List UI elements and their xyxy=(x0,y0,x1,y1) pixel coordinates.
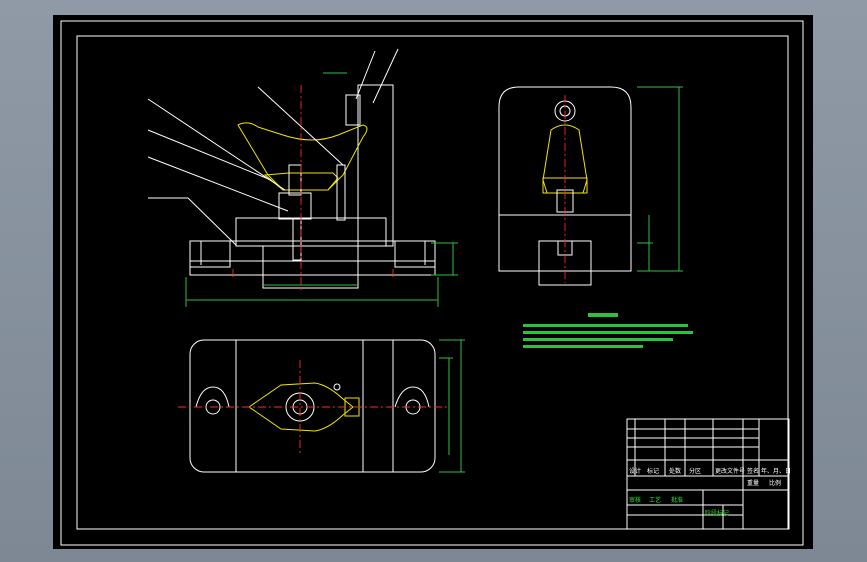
tb-cell-stage: 阶段标记 xyxy=(705,509,729,517)
cad-drawing: 设计 标记 处数 分区 更改文件号 签名 年、月、日 审核 工艺 批准 阶段标记… xyxy=(60,20,804,546)
tb-cell-scale: 比例 xyxy=(769,479,781,487)
tb-cell-date: 年、月、日 xyxy=(761,467,791,475)
tb-cell-zone: 分区 xyxy=(689,467,701,475)
tb-cell-process: 工艺 xyxy=(649,496,661,504)
tb-cell-review: 审核 xyxy=(629,496,641,504)
top-view xyxy=(178,339,465,473)
side-view xyxy=(498,86,683,286)
tb-cell-change-doc: 更改文件号 xyxy=(715,467,745,475)
drawing-viewport[interactable]: 设计 标记 处数 分区 更改文件号 签名 年、月、日 审核 工艺 批准 阶段标记… xyxy=(53,15,813,549)
tb-cell-approve: 批准 xyxy=(671,496,683,504)
tb-cell-design: 设计 xyxy=(629,467,641,475)
tb-cell-count: 处数 xyxy=(669,467,681,475)
technical-notes xyxy=(523,313,693,348)
front-view xyxy=(147,48,458,307)
tb-cell-weight: 重量 xyxy=(747,479,759,487)
inner-frame xyxy=(76,35,789,530)
tb-cell-signature: 签名 xyxy=(747,467,759,475)
tb-cell-mark: 标记 xyxy=(647,467,659,475)
